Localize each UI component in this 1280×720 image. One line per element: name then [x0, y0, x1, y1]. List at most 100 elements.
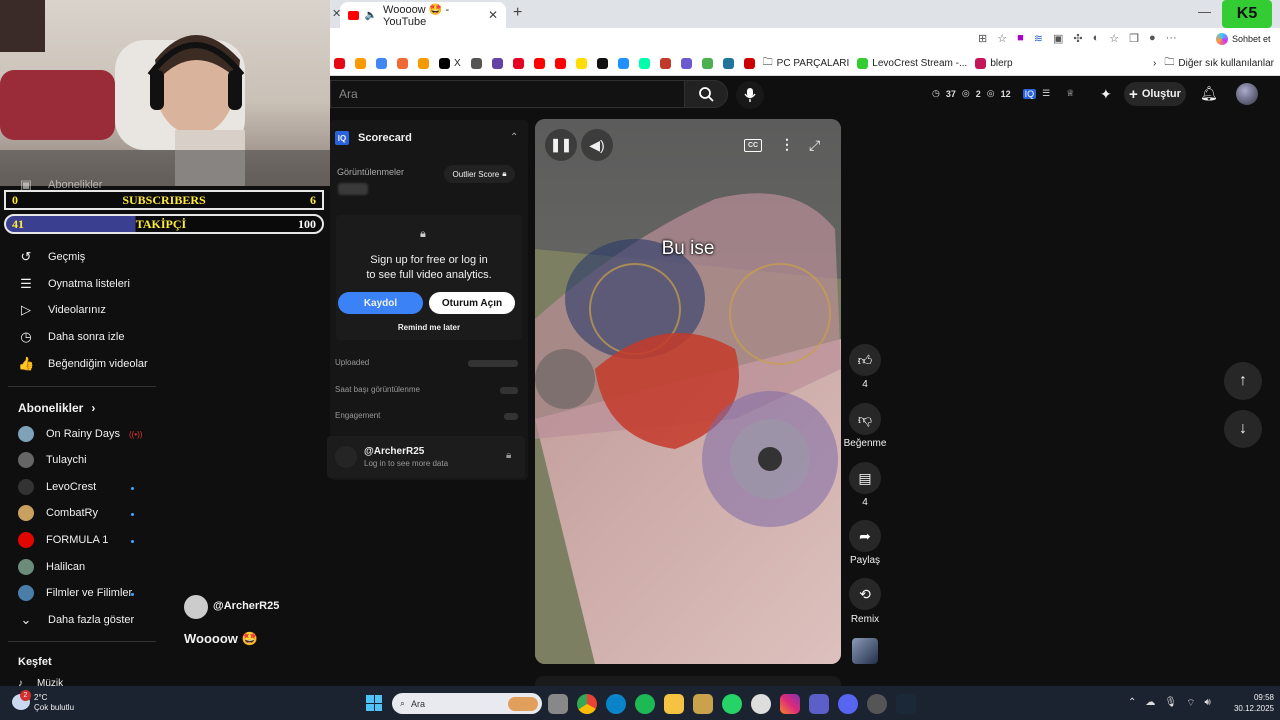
mute-icon[interactable]: 🔈: [365, 10, 377, 21]
bookmark-item[interactable]: [512, 58, 524, 69]
sub-item[interactable]: On Rainy Days: [18, 421, 138, 447]
bookmark-item[interactable]: [680, 58, 692, 69]
box-icon[interactable]: ▣: [1053, 32, 1063, 45]
search-input[interactable]: Ara: [330, 80, 684, 108]
create-button[interactable]: + Oluştur: [1124, 82, 1186, 106]
captions-icon[interactable]: CC: [744, 139, 762, 152]
bookmark-item[interactable]: [355, 58, 366, 69]
favorites-icon[interactable]: ☆: [1109, 32, 1119, 45]
sidebar-item-history[interactable]: ↺ Geçmiş: [18, 244, 158, 270]
chatgpt-icon[interactable]: [751, 694, 771, 714]
bookmark-item[interactable]: [533, 58, 545, 69]
discord-icon[interactable]: [838, 694, 858, 714]
translate-icon[interactable]: ⊞: [978, 32, 987, 45]
search-button[interactable]: [684, 80, 728, 108]
profile-icon[interactable]: ●: [1149, 32, 1156, 45]
obs-icon[interactable]: [867, 694, 887, 714]
trophy-icon[interactable]: ♕: [1066, 88, 1074, 99]
chrome-icon[interactable]: [577, 694, 597, 714]
previous-short-button[interactable]: ↑: [1224, 362, 1262, 400]
comment-button[interactable]: ▤: [849, 462, 881, 494]
chevron-right-icon[interactable]: ›: [1153, 58, 1156, 69]
copilot-button[interactable]: Sohbet et: [1216, 33, 1271, 45]
sparkle-icon[interactable]: ✦: [1100, 86, 1112, 103]
bookmark-item[interactable]: [638, 58, 650, 69]
sub-item[interactable]: LevoCrest: [18, 474, 138, 500]
remind-later-link[interactable]: Remind me later: [336, 323, 522, 332]
fullscreen-icon[interactable]: ⤢: [809, 137, 820, 154]
collections-icon[interactable]: ❐: [1129, 32, 1139, 45]
bookmark-item[interactable]: [470, 58, 482, 69]
sidebar-item-your-videos[interactable]: ▷ Videolarınız: [18, 297, 158, 323]
bookmark-blerp[interactable]: blerp: [975, 58, 1013, 69]
sound-thumbnail[interactable]: [852, 638, 878, 664]
bookmark-item[interactable]: [596, 58, 608, 69]
whatsapp-icon[interactable]: [722, 694, 742, 714]
bookmark-item[interactable]: [418, 58, 429, 69]
avatar[interactable]: [184, 595, 208, 619]
sidebar-item-music[interactable]: ♪ Müzik: [18, 678, 63, 686]
bell-icon[interactable]: 🔔︎: [1200, 85, 1218, 102]
wave-icon[interactable]: ≋: [1034, 32, 1043, 45]
bookmark-item[interactable]: X: [439, 58, 461, 69]
shorts-video-player[interactable]: [535, 119, 841, 664]
new-tab-icon[interactable]: +: [513, 4, 522, 22]
sidebar-item-liked[interactable]: 👍 Beğendiğim videolar: [18, 351, 158, 377]
taskbar-search[interactable]: ⌕ Ara: [392, 693, 542, 714]
sub-item[interactable]: Filmler ve Filimler: [18, 580, 148, 606]
spotify-icon[interactable]: [635, 694, 655, 714]
menu-icon[interactable]: ☰: [1042, 88, 1050, 99]
sub-item[interactable]: Halilcan: [18, 554, 138, 580]
share-button[interactable]: ➦: [849, 520, 881, 552]
tab-close-icon[interactable]: ✕: [488, 8, 498, 22]
more-vert-icon[interactable]: ⋮: [780, 136, 794, 153]
cloud-icon[interactable]: ☁: [1145, 697, 1155, 710]
split-icon[interactable]: ◐: [1093, 32, 1100, 45]
sidebar-item-playlists[interactable]: ☰ Oynatma listeleri: [18, 271, 158, 297]
subscriptions-heading[interactable]: Abonelikler ›: [18, 401, 95, 415]
file-explorer-icon[interactable]: [664, 694, 684, 714]
show-more-button[interactable]: ⌄ Daha fazla göster: [18, 607, 158, 633]
star-icon[interactable]: ☆: [997, 32, 1007, 45]
sidebar-item-watch-later[interactable]: ◷ Daha sonra izle: [18, 324, 158, 350]
network-icon[interactable]: ⌔: [1186, 697, 1195, 710]
puzzle-icon[interactable]: ✣: [1073, 32, 1082, 45]
steam-icon[interactable]: [896, 694, 916, 714]
bookmark-item[interactable]: [376, 58, 387, 69]
vidiq-icon[interactable]: IQ: [1022, 88, 1037, 99]
chevron-up-icon[interactable]: ⌃: [1128, 697, 1136, 710]
video-channel[interactable]: @ArcherR25: [213, 600, 279, 612]
bookmark-other[interactable]: 🗀 Diğer sık kullanılanlar: [1164, 55, 1274, 72]
bookmark-item[interactable]: [617, 58, 629, 69]
next-short-button[interactable]: ↓: [1224, 410, 1262, 448]
bookmark-item[interactable]: [491, 58, 503, 69]
bookmark-item[interactable]: [701, 58, 713, 69]
bookmark-pc-parts[interactable]: 🗀 PC PARÇALARI: [763, 55, 850, 72]
bookmark-item[interactable]: [659, 58, 671, 69]
weather-widget[interactable]: 2°C Çok bulutlu: [34, 693, 74, 713]
minimize-icon[interactable]: —: [1198, 4, 1211, 19]
bookmark-item[interactable]: [722, 58, 734, 69]
task-view-icon[interactable]: [548, 694, 568, 714]
sub-item[interactable]: Tulaychi: [18, 447, 138, 473]
volume-icon[interactable]: ◀): [581, 129, 613, 161]
like-button[interactable]: 👍︎: [849, 344, 881, 376]
bookmark-item[interactable]: [397, 58, 408, 69]
instagram-icon[interactable]: [780, 694, 800, 714]
browser-tab[interactable]: 🔈 Woooow 🤩 - YouTube ✕: [340, 2, 506, 28]
mic-icon[interactable]: 🎙︎: [1164, 697, 1177, 710]
register-button[interactable]: Kaydol: [338, 292, 423, 314]
bookmark-item[interactable]: [743, 58, 755, 69]
bookmark-item[interactable]: [554, 58, 566, 69]
clock[interactable]: 09:58 30.12.2025: [1222, 692, 1274, 714]
more-icon[interactable]: ···: [1166, 32, 1177, 45]
avatar[interactable]: [1236, 83, 1258, 105]
bookmark-item[interactable]: [575, 58, 587, 69]
windows-start-icon[interactable]: [366, 695, 382, 711]
teams-icon[interactable]: [809, 694, 829, 714]
sub-item[interactable]: CombatRy: [18, 500, 138, 526]
bookmark-item[interactable]: [334, 58, 345, 69]
sub-item[interactable]: FORMULA 1: [18, 527, 138, 553]
pause-icon[interactable]: ❚❚: [545, 129, 577, 161]
outlier-score-badge[interactable]: Outlier Score 🔒︎: [444, 165, 515, 183]
